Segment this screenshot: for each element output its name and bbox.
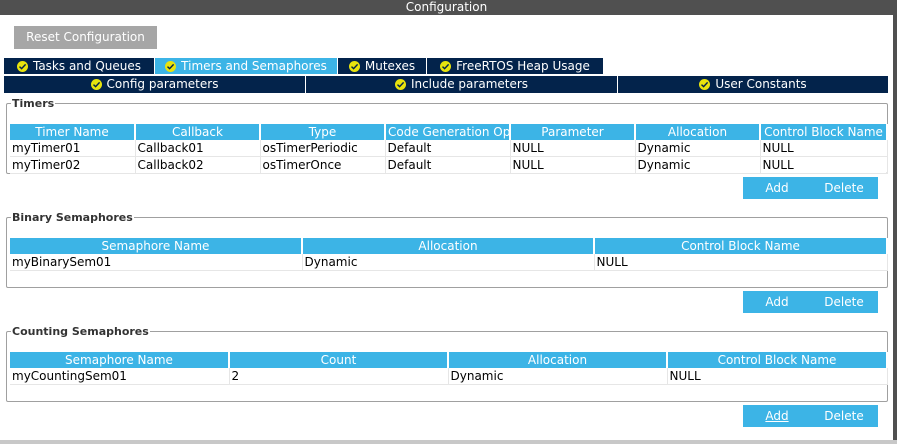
column-header[interactable]: Allocation	[635, 124, 761, 140]
check-icon	[348, 60, 360, 72]
table-cell[interactable]: NULL	[510, 156, 636, 174]
table-cell[interactable]: Default	[385, 140, 511, 157]
check-icon	[16, 60, 28, 72]
tab-label: Config parameters	[106, 77, 219, 91]
tab-label: Include parameters	[410, 77, 529, 91]
tab-label: FreeRTOS Heap Usage	[456, 59, 590, 73]
window-title: Configuration	[0, 0, 893, 15]
table-cell[interactable]: NULL	[667, 368, 888, 385]
table-cell[interactable]: myTimer02	[10, 156, 136, 174]
reset-configuration-button[interactable]: Reset Configuration	[14, 26, 157, 49]
window-frame-right	[893, 0, 897, 444]
table-cell[interactable]: Dynamic	[635, 156, 761, 174]
column-header[interactable]: Count	[229, 352, 449, 368]
tab-timers-and-semaphores[interactable]: Timers and Semaphores	[155, 58, 337, 74]
table-cell[interactable]: Callback02	[135, 156, 261, 174]
table-cell[interactable]: Dynamic	[635, 140, 761, 157]
tab-label: User Constants	[715, 77, 807, 91]
table-cell[interactable]: Dynamic	[448, 368, 668, 385]
table-cell[interactable]: NULL	[594, 254, 888, 271]
column-header[interactable]: Semaphore Name	[10, 238, 303, 254]
check-icon	[90, 79, 102, 90]
tab-mutexes[interactable]: Mutexes	[338, 58, 426, 74]
column-header[interactable]: Control Block Name	[667, 352, 888, 368]
column-header[interactable]: Timer Name	[10, 124, 136, 140]
column-header[interactable]: Allocation	[448, 352, 668, 368]
check-icon	[440, 60, 452, 72]
column-header[interactable]: Callback	[135, 124, 261, 140]
binary-add-button[interactable]: Add	[743, 291, 811, 313]
tab-label: Tasks and Queues	[32, 59, 142, 73]
table-row[interactable]: myTimer01 Callback01 osTimerPeriodic Def…	[10, 140, 888, 157]
column-header[interactable]: Code Generation Op...	[385, 124, 511, 140]
button-label: Add	[765, 181, 789, 195]
table-cell[interactable]: osTimerOnce	[260, 156, 386, 174]
button-label: Add	[765, 409, 789, 423]
tab-include-parameters[interactable]: Include parameters	[306, 76, 617, 93]
table-header-row: Timer Name Callback Type Code Generation…	[10, 124, 888, 140]
table-row[interactable]: myCountingSem01 2 Dynamic NULL	[10, 368, 888, 385]
tab-label: Timers and Semaphores	[181, 59, 327, 73]
table-cell[interactable]: myCountingSem01	[10, 368, 230, 385]
tab-label: Mutexes	[364, 59, 416, 73]
timers-group: Timers Timer Name Callback Type Code Gen…	[6, 98, 888, 174]
binary-semaphores-group-title: Binary Semaphores	[12, 211, 133, 224]
check-icon	[394, 79, 406, 90]
tab-tasks-and-queues[interactable]: Tasks and Queues	[4, 58, 154, 74]
tab-freertos-heap-usage[interactable]: FreeRTOS Heap Usage	[427, 58, 603, 74]
table-cell[interactable]: NULL	[760, 140, 888, 157]
column-header[interactable]: Semaphore Name	[10, 352, 230, 368]
binary-semaphores-group: Binary Semaphores Semaphore Name Allocat…	[6, 212, 888, 288]
button-label: Delete	[824, 295, 864, 309]
tab-user-constants[interactable]: User Constants	[618, 76, 888, 93]
table-cell[interactable]: myBinarySem01	[10, 254, 303, 271]
button-label: Add	[765, 295, 789, 309]
table-cell[interactable]: Default	[385, 156, 511, 174]
check-icon	[165, 60, 177, 72]
table-cell[interactable]: Dynamic	[302, 254, 595, 271]
window-frame-bottom	[0, 440, 897, 444]
column-header[interactable]: Allocation	[302, 238, 595, 254]
counting-semaphores-table: Semaphore Name Count Allocation Control …	[10, 352, 888, 385]
counting-delete-button[interactable]: Delete	[810, 405, 878, 427]
table-cell[interactable]: NULL	[760, 156, 888, 174]
counting-add-button[interactable]: Add	[743, 405, 811, 427]
table-header-row: Semaphore Name Count Allocation Control …	[10, 352, 888, 368]
column-header[interactable]: Parameter	[510, 124, 636, 140]
table-cell[interactable]: NULL	[510, 140, 636, 157]
column-header[interactable]: Control Block Name	[760, 124, 888, 140]
counting-semaphores-group: Counting Semaphores Semaphore Name Count…	[6, 326, 888, 402]
button-label: Delete	[824, 409, 864, 423]
binary-delete-button[interactable]: Delete	[810, 291, 878, 313]
timers-add-button[interactable]: Add	[743, 177, 811, 199]
timers-delete-button[interactable]: Delete	[810, 177, 878, 199]
table-header-row: Semaphore Name Allocation Control Block …	[10, 238, 888, 254]
check-icon	[699, 79, 711, 90]
column-header[interactable]: Type	[260, 124, 386, 140]
counting-semaphores-group-title: Counting Semaphores	[12, 325, 149, 338]
table-row[interactable]: myTimer02 Callback02 osTimerOnce Default…	[10, 156, 888, 174]
table-row[interactable]: myBinarySem01 Dynamic NULL	[10, 254, 888, 271]
timers-group-title: Timers	[12, 97, 55, 110]
tab-config-parameters[interactable]: Config parameters	[4, 76, 305, 93]
table-cell[interactable]: Callback01	[135, 140, 261, 157]
binary-semaphores-table: Semaphore Name Allocation Control Block …	[10, 238, 888, 271]
column-header[interactable]: Control Block Name	[594, 238, 888, 254]
table-cell[interactable]: 2	[229, 368, 449, 385]
table-cell[interactable]: myTimer01	[10, 140, 136, 157]
table-cell[interactable]: osTimerPeriodic	[260, 140, 386, 157]
timers-table: Timer Name Callback Type Code Generation…	[10, 124, 888, 174]
button-label: Delete	[824, 181, 864, 195]
